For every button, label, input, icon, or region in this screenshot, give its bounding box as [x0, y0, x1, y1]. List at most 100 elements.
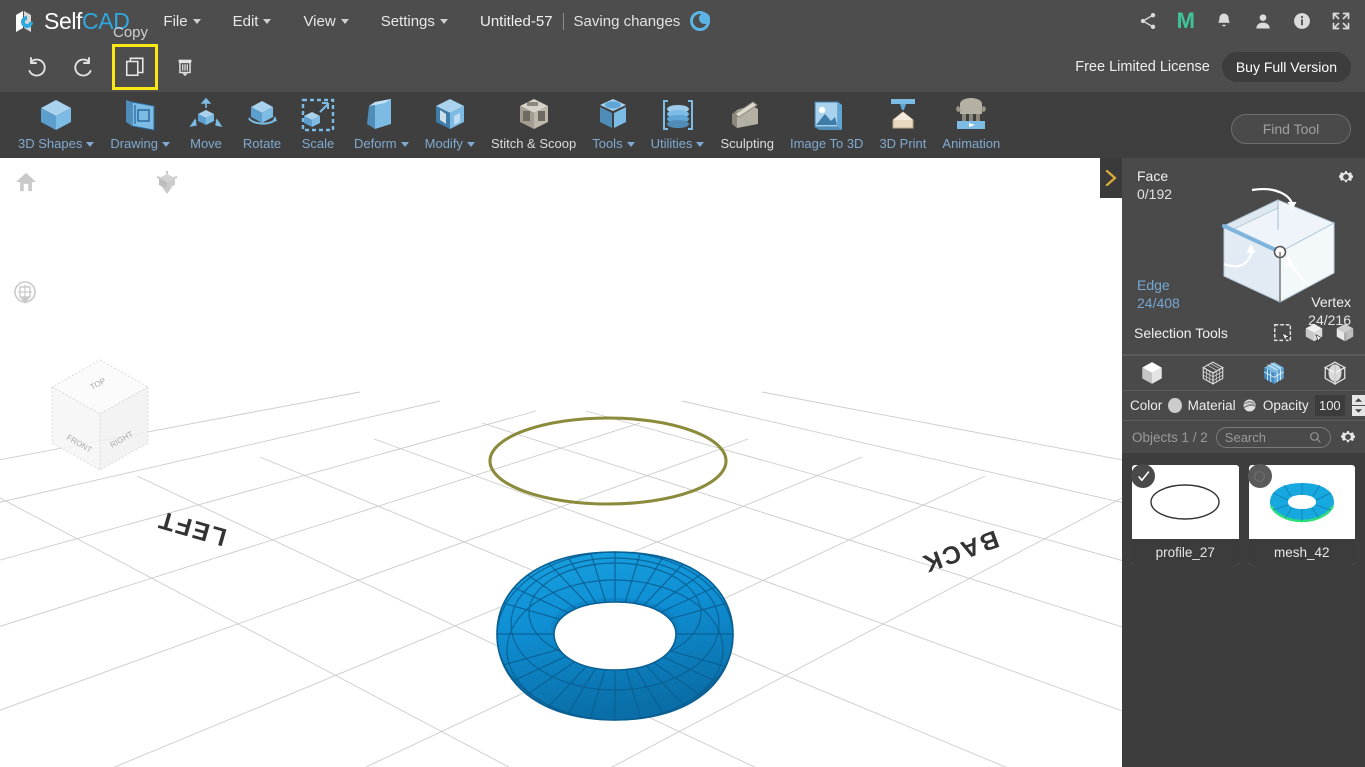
app-logo[interactable]: SelfCAD: [14, 8, 129, 35]
panel-collapse-toggle[interactable]: [1100, 158, 1122, 198]
license-group: Free Limited License Buy Full Version: [1075, 42, 1351, 92]
saving-spinner-icon: [690, 11, 710, 31]
image-to-3d-icon: [807, 95, 847, 135]
find-tool-input[interactable]: Find Tool: [1231, 114, 1351, 144]
check-icon: [1137, 470, 1150, 483]
chevron-down-icon: [401, 142, 409, 147]
animation-elephant-icon: [951, 95, 991, 135]
opacity-input[interactable]: 100: [1315, 395, 1345, 416]
objects-search-input[interactable]: Search: [1216, 427, 1331, 448]
tools-icon: [593, 95, 633, 135]
ribbon-item-move[interactable]: Move: [178, 92, 234, 151]
home-view-button[interactable]: [15, 172, 37, 192]
menu-item-edit[interactable]: Edit: [217, 7, 288, 36]
selfcad-cube-logo-icon: [14, 8, 40, 35]
copy-icon: [124, 56, 146, 78]
edge-count-label: Edge: [1137, 277, 1170, 293]
3d-viewport[interactable]: LEFT BACK: [0, 158, 1122, 767]
wireframe-view-mode-button[interactable]: [1193, 358, 1233, 388]
modify-icon: [430, 95, 470, 135]
select-through-icon[interactable]: [1333, 322, 1357, 344]
select-object-icon[interactable]: [1302, 322, 1326, 344]
ribbon-label-rotate: Rotate: [243, 136, 281, 151]
object-card-mesh[interactable]: mesh_42: [1249, 465, 1356, 565]
ribbon-item-image-to-3d[interactable]: Image To 3D: [782, 92, 871, 151]
menu-item-file[interactable]: File: [147, 7, 216, 36]
grid-settings-button[interactable]: [13, 280, 37, 322]
chevron-down-icon[interactable]: [20, 297, 30, 321]
solid-view-mode-button[interactable]: [1132, 358, 1172, 388]
delete-button[interactable]: [162, 44, 208, 90]
ribbon-item-sculpting[interactable]: Sculpting: [712, 92, 781, 151]
undo-icon: [23, 55, 47, 79]
xray-view-mode-button[interactable]: [1315, 358, 1355, 388]
deform-icon: [361, 95, 401, 135]
objects-header: Objects 1 / 2 Search: [1122, 421, 1365, 453]
info-icon[interactable]: [1292, 11, 1312, 31]
menu-item-settings[interactable]: Settings: [365, 7, 464, 36]
objects-count-label: Objects 1 / 2: [1132, 430, 1208, 445]
right-side-panel: Face 0/192 Edge 24/408 Vertex 24/216: [1122, 158, 1365, 767]
material-sphere-icon[interactable]: [1242, 397, 1257, 414]
chevron-down-icon[interactable]: [162, 187, 172, 211]
object-select-checkbox-profile[interactable]: [1131, 464, 1155, 488]
notifications-bell-icon[interactable]: [1214, 11, 1234, 31]
logo-text: SelfCAD: [44, 8, 129, 35]
copy-button[interactable]: [112, 44, 158, 90]
ribbon-item-utilities[interactable]: Utilities: [643, 92, 713, 151]
object-card-profile[interactable]: profile_27: [1132, 465, 1239, 565]
main-menu: File Edit View Settings: [147, 7, 463, 36]
selection-tools-label: Selection Tools: [1134, 325, 1264, 341]
selection-info-section: Face 0/192 Edge 24/408 Vertex 24/216: [1122, 158, 1365, 354]
magic-m-icon[interactable]: M: [1177, 11, 1195, 31]
menu-item-view[interactable]: View: [287, 7, 364, 36]
ribbon-item-deform[interactable]: Deform: [346, 92, 417, 151]
color-label[interactable]: Color: [1130, 398, 1162, 413]
face-count-value: 0/192: [1137, 186, 1172, 202]
ribbon-item-3d-shapes[interactable]: 3D Shapes: [10, 92, 102, 151]
ribbon-item-3d-print[interactable]: 3D Print: [871, 92, 934, 151]
object-name-profile: profile_27: [1132, 539, 1239, 565]
xray-cube-icon: [1322, 360, 1348, 386]
ribbon-item-animation[interactable]: Animation: [934, 92, 1008, 151]
circle-icon: [1253, 470, 1266, 483]
ribbon-item-drawing[interactable]: Drawing: [102, 92, 178, 151]
chevron-down-icon: [341, 19, 349, 24]
ribbon-label-stitch-scoop: Stitch & Scoop: [491, 136, 576, 151]
buy-full-version-button[interactable]: Buy Full Version: [1222, 52, 1351, 82]
objects-search-placeholder: Search: [1225, 430, 1266, 445]
chevron-down-icon: [440, 19, 448, 24]
ribbon-item-modify[interactable]: Modify: [417, 92, 483, 151]
undo-button[interactable]: [12, 44, 58, 90]
chevron-down-icon: [263, 19, 271, 24]
ribbon-item-stitch-scoop[interactable]: Stitch & Scoop: [483, 92, 584, 151]
object-select-checkbox-mesh[interactable]: [1248, 464, 1272, 488]
ribbon-item-rotate[interactable]: Rotate: [234, 92, 290, 151]
selection-mode-cube-diagram[interactable]: [1182, 178, 1352, 328]
material-label[interactable]: Material: [1188, 398, 1236, 413]
share-icon[interactable]: [1138, 11, 1158, 31]
solid-wireframe-view-mode-button[interactable]: [1254, 358, 1294, 388]
ribbon-item-scale[interactable]: Scale: [290, 92, 346, 151]
license-status-text: Free Limited License: [1075, 59, 1210, 75]
rotate-icon: [242, 95, 282, 135]
selfcad-application: SelfCAD File Edit View Settings Untitled…: [0, 0, 1365, 767]
user-account-icon[interactable]: [1253, 11, 1273, 31]
ribbon-item-tools[interactable]: Tools: [584, 92, 642, 151]
title-divider: [563, 13, 564, 30]
opacity-stepper[interactable]: [1352, 395, 1365, 416]
opacity-stepper-down[interactable]: [1352, 406, 1365, 416]
redo-icon: [73, 55, 97, 79]
fullscreen-icon[interactable]: [1331, 11, 1351, 31]
objects-settings-gear-icon[interactable]: [1339, 428, 1357, 446]
redo-button[interactable]: [62, 44, 108, 90]
color-swatch[interactable]: [1168, 398, 1181, 413]
rectangle-select-icon[interactable]: [1271, 322, 1295, 344]
utilities-icon: [658, 95, 698, 135]
document-name[interactable]: Untitled-57: [480, 13, 553, 30]
perspective-toggle-button[interactable]: [155, 170, 179, 212]
drawing-icon: [120, 95, 160, 135]
opacity-stepper-up[interactable]: [1352, 395, 1365, 405]
viewport-overlay-controls: [0, 158, 1122, 767]
stitch-scoop-icon: [514, 95, 554, 135]
